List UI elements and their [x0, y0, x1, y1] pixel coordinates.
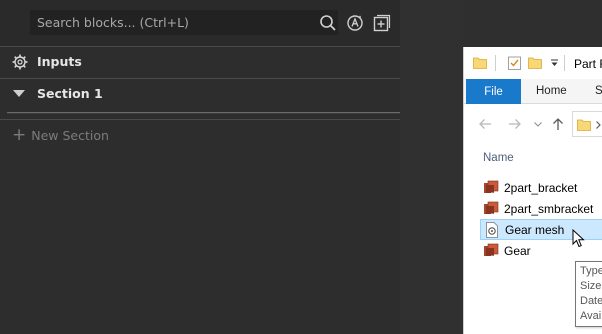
- file-name: 2part_smbracket: [504, 201, 594, 216]
- file-item[interactable]: SLD 2part_smbracket: [480, 198, 602, 219]
- column-header-name[interactable]: Name: [483, 152, 514, 164]
- mouse-pointer-icon: [572, 229, 585, 248]
- svg-text:SLD: SLD: [491, 254, 499, 259]
- folder-icon: [577, 119, 591, 131]
- solid-part-icon: SLD: [484, 243, 499, 259]
- file-info-tooltip: Type Size: Date Avai: [575, 261, 602, 327]
- tooltip-line: Type: [580, 265, 602, 277]
- search-field[interactable]: [30, 10, 338, 35]
- mesh-file-icon: [486, 221, 498, 238]
- section-divider: [7, 112, 400, 114]
- address-bar[interactable]: [572, 111, 602, 137]
- new-section-label: New Section: [31, 128, 109, 143]
- inputs-label: Inputs: [37, 54, 82, 69]
- new-folder-icon[interactable]: [528, 56, 542, 69]
- file-name: 2part_bracket: [504, 180, 578, 195]
- blocks-panel: Inputs Section 1 + New Section: [0, 0, 400, 334]
- recent-dropdown-icon[interactable]: [534, 122, 542, 127]
- folder-icon[interactable]: [473, 56, 487, 69]
- tab-file[interactable]: File: [466, 79, 521, 104]
- inputs-gear-icon: [12, 54, 28, 70]
- section-header[interactable]: Section 1: [0, 78, 400, 108]
- search-bar: [0, 0, 400, 46]
- tooltip-line: Size:: [580, 280, 602, 292]
- up-arrow-icon[interactable]: [552, 117, 564, 131]
- file-item[interactable]: SLD 2part_bracket: [480, 177, 602, 198]
- properties-icon[interactable]: [508, 56, 521, 70]
- ribbon-tabs: File Home Sh: [464, 79, 602, 104]
- tab-home[interactable]: Home: [536, 85, 567, 97]
- collapse-triangle-icon[interactable]: [13, 90, 25, 97]
- svg-text:SLD: SLD: [491, 191, 499, 196]
- tab-share[interactable]: Sh: [595, 85, 602, 97]
- separator: [495, 55, 496, 71]
- quick-access-toolbar: Part F: [464, 47, 602, 79]
- separator: [564, 55, 565, 71]
- tooltip-line: Avai: [580, 310, 602, 322]
- search-input[interactable]: [30, 10, 316, 35]
- window-title: Part F: [574, 57, 602, 71]
- svg-text:SLD: SLD: [491, 212, 499, 217]
- navigation-bar: [464, 105, 602, 143]
- file-name: Gear mesh: [505, 222, 565, 237]
- forward-arrow-icon[interactable]: [508, 118, 522, 130]
- back-arrow-icon[interactable]: [478, 118, 492, 130]
- ai-assist-icon[interactable]: [345, 13, 365, 33]
- section-label: Section 1: [37, 86, 103, 101]
- divider: [0, 119, 400, 120]
- background-gap: [400, 0, 463, 334]
- plus-icon: +: [12, 125, 27, 145]
- search-icon[interactable]: [318, 13, 338, 33]
- chevron-right-icon: [596, 121, 601, 129]
- solid-part-icon: SLD: [484, 180, 499, 196]
- solid-part-icon: SLD: [484, 201, 499, 217]
- tooltip-line: Date: [580, 295, 602, 307]
- new-section-button[interactable]: + New Section: [12, 127, 109, 144]
- file-name: Gear: [504, 243, 531, 258]
- file-explorer-window: Part F File Home Sh Name SLD 2part_brack…: [463, 47, 602, 334]
- customize-dropdown-icon[interactable]: [550, 59, 559, 67]
- inputs-row[interactable]: Inputs: [0, 46, 400, 76]
- add-block-icon[interactable]: [372, 13, 392, 33]
